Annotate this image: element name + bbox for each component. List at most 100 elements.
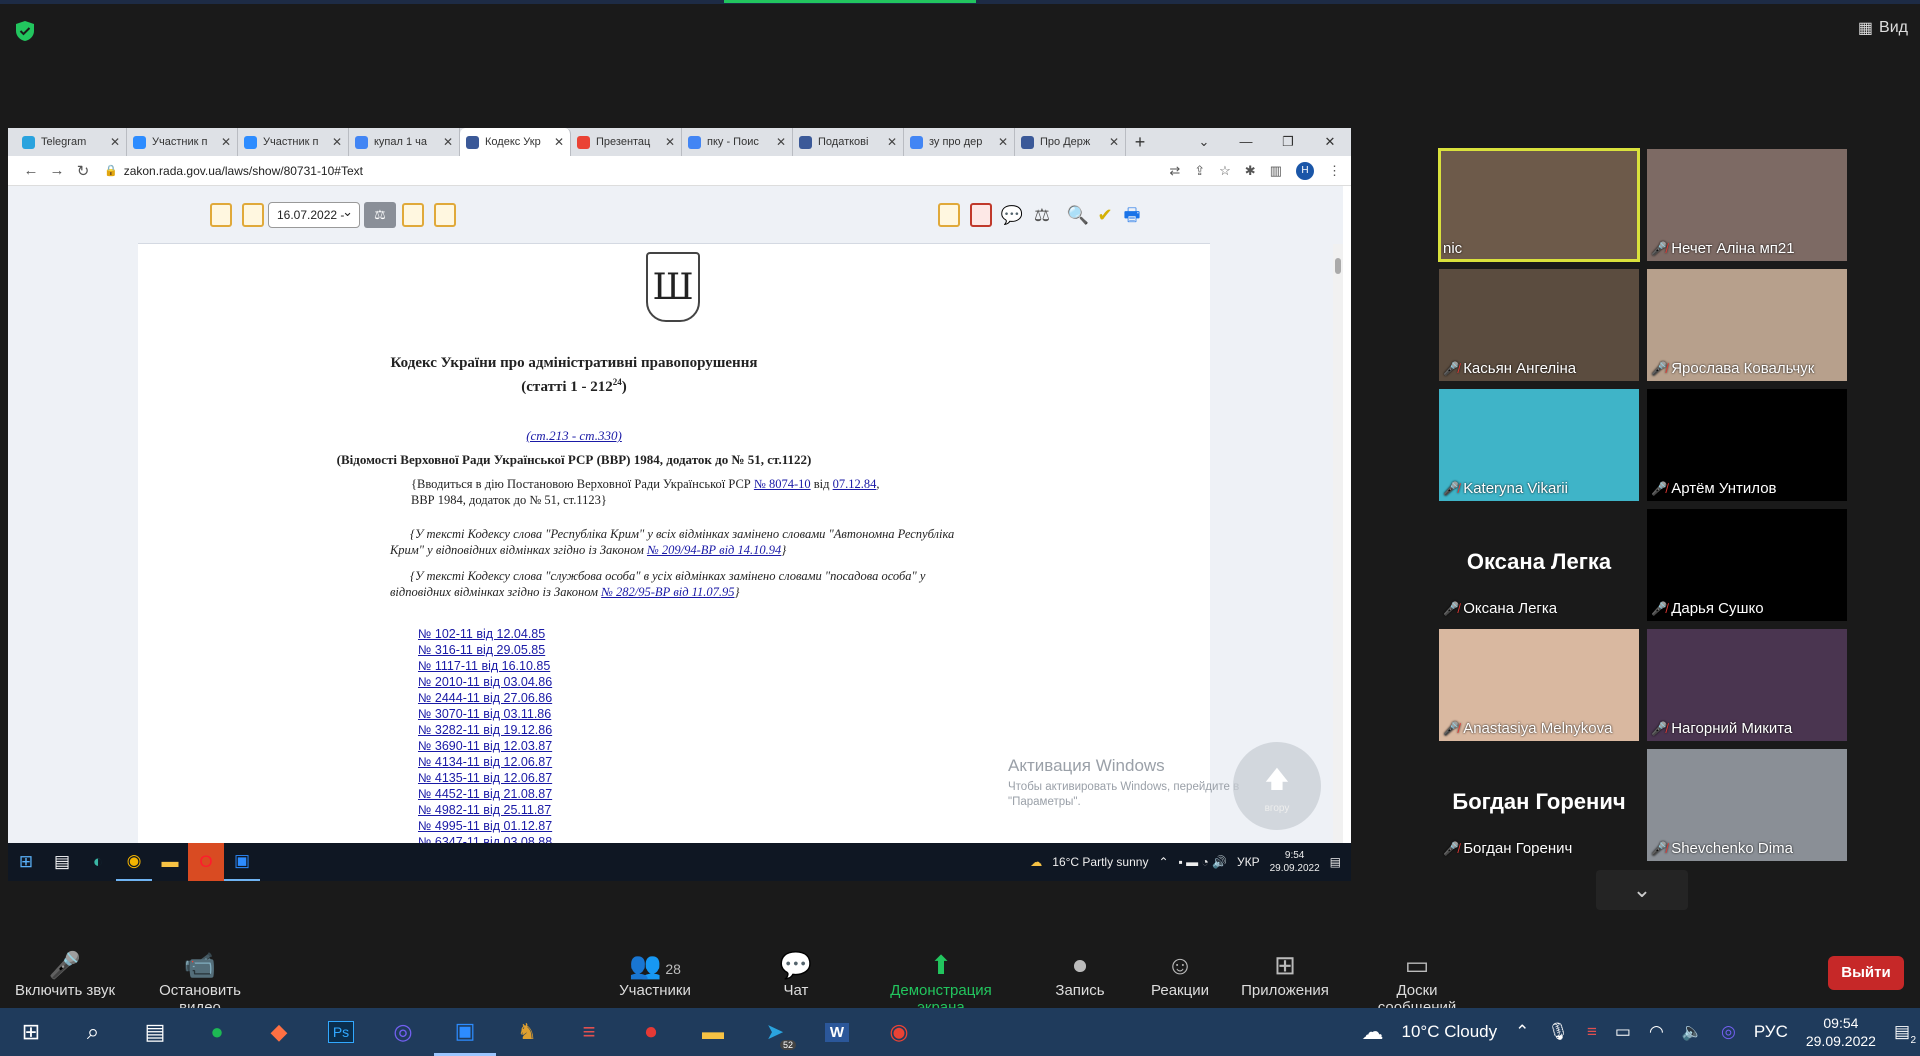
viber-icon[interactable]: ◎ [372,1008,434,1056]
participant-tile[interactable]: 🎤̸ Нечет Аліна мп21 [1647,149,1847,261]
link-icon[interactable] [434,203,456,227]
participant-tile[interactable]: 🎤̸ Дарья Сушко [1647,509,1847,621]
zoom-icon[interactable]: ▣ [434,1008,496,1056]
compare-scales-icon[interactable]: ⚖ [364,202,396,228]
page-scrollbar[interactable] [1333,244,1343,843]
video-button[interactable]: 📹Остановить видео [140,948,260,1016]
app-orange-icon[interactable]: ◆ [248,1008,310,1056]
participant-tile[interactable]: Оксана Легка 🎤̸ Оксана Легка [1439,509,1639,621]
extensions-icon[interactable]: ✱ [1245,163,1256,179]
translate-icon[interactable]: ⇄ [1169,163,1180,179]
security-shield-icon[interactable] [14,20,36,42]
browser-tab[interactable]: Участник п ✕ [127,128,238,156]
participant-tile[interactable]: nic [1438,148,1640,262]
back-icon[interactable]: ← [18,162,44,179]
text-icon[interactable] [402,203,424,227]
maximize-icon[interactable]: ❐ [1267,128,1309,156]
resolution-date-link[interactable]: 07.12.84 [833,477,877,491]
forward-icon[interactable]: → [44,162,70,179]
new-tab-button[interactable]: + [1126,128,1154,156]
tab-close-icon[interactable]: ✕ [443,135,453,149]
clock[interactable]: 09:54 29.09.2022 [1806,1014,1876,1050]
amendment-link[interactable]: № 4452-11 від 21.08.87 [418,787,552,801]
start-icon[interactable]: ⊞ [8,843,44,881]
browser-tab[interactable]: купал 1 ча ✕ [349,128,460,156]
articles-link[interactable]: (ст.213 - ст.330) [138,428,1010,444]
record-icon[interactable]: ⏺ [620,1008,682,1056]
participant-tile[interactable]: 🎤̸ Anastasiya Melnykova [1439,629,1639,741]
browser-tab[interactable]: Презентац ✕ [571,128,682,156]
amendment-link[interactable]: № 2444-11 від 27.06.86 [418,691,552,705]
resolution-link[interactable]: № 8074-10 [754,477,811,491]
word-icon[interactable]: W [806,1008,868,1056]
chat-button[interactable]: 💬 Чат [736,948,856,999]
bookmark-star-icon[interactable]: ☆ [1219,163,1231,179]
photoshop-icon[interactable]: Ps [310,1008,372,1056]
amendment-link[interactable]: № 1117-11 від 16.10.85 [418,659,550,673]
task-view-icon[interactable]: ▤ [44,843,80,881]
zoom-app-icon[interactable]: ▣ [224,843,260,881]
tab-close-icon[interactable]: ✕ [998,135,1008,149]
telegram-icon[interactable]: ➤ 52 [744,1008,806,1056]
chrome-icon[interactable]: ◉ [868,1008,930,1056]
amendment-link[interactable]: № 4982-11 від 25.11.87 [418,803,551,817]
notifications-icon[interactable]: ▤ [1330,855,1341,869]
cs-icon[interactable]: ♞ [496,1008,558,1056]
scroll-thumb[interactable] [1335,258,1341,274]
mic-tray-icon[interactable]: 🎙 [1547,1022,1569,1042]
amendment-link[interactable]: № 3070-11 від 03.11.86 [418,707,551,721]
search-icon[interactable]: 🔍 [1066,203,1090,227]
battery-icon[interactable]: ▭ [1615,1022,1631,1042]
sidepanel-icon[interactable]: ▥ [1270,163,1282,179]
tab-close-icon[interactable]: ✕ [332,135,342,149]
participant-tile[interactable]: 🎤̸ Касьян Ангеліна [1439,269,1639,381]
start-button-icon[interactable]: ⊞ [0,1008,62,1056]
participant-tile[interactable]: 🎤̸ Ярослава Ковальчук [1647,269,1847,381]
apps-button[interactable]: ⊞ Приложения [1225,948,1345,999]
tab-close-icon[interactable]: ✕ [554,135,564,149]
share-icon[interactable]: ⇪ [1194,163,1205,179]
amendment-link[interactable]: № 4995-11 від 01.12.87 [418,819,552,833]
browser-tab[interactable]: Про Держ ✕ [1015,128,1126,156]
explorer-icon[interactable]: ▬ [682,1008,744,1056]
reactions-button[interactable]: ☺ Реакции [1120,948,1240,999]
search-icon[interactable]: ⌕ [62,1008,124,1056]
url-field[interactable]: 🔒 zakon.rada.gov.ua/laws/show/80731-10#T… [104,164,1169,178]
amendment-link[interactable]: № 4135-11 від 12.06.87 [418,771,552,785]
browser-tab[interactable]: пку - Поис ✕ [682,128,793,156]
tray-chevron-icon[interactable]: ⌃ [1515,1022,1529,1042]
documents-icon[interactable] [938,203,960,227]
profile-avatar[interactable]: H [1296,161,1314,180]
weather-text[interactable]: 16°C Partly sunny [1052,855,1148,869]
tab-close-icon[interactable]: ✕ [1109,135,1119,149]
tray-chevron-icon[interactable]: ⌃ [1158,855,1168,869]
tray-icons[interactable]: ▪ ▬ ◔ 🔊 [1179,855,1227,869]
amendment-link[interactable]: № 102-11 від 12.04.85 [418,627,545,641]
leave-button[interactable]: Выйти [1828,956,1904,990]
chrome-icon[interactable]: ◉ [116,843,152,881]
participant-tile[interactable]: 🎤̸ Kateryna Vikarii [1439,389,1639,501]
edge-icon[interactable]: ◐ [80,843,116,881]
spotify-icon[interactable]: ● [186,1008,248,1056]
amendment-link[interactable]: № 316-11 від 29.05.85 [418,643,545,657]
card-icon[interactable] [210,203,232,227]
participant-tile[interactable]: Богдан Горенич 🎤̸ Богдан Горенич [1439,749,1639,861]
language-indicator[interactable]: РУС [1754,1022,1788,1042]
law-282-link[interactable]: № 282/95-ВР від 11.07.95 [601,585,734,599]
winrar-tray-icon[interactable]: ≡ [1587,1022,1597,1042]
whiteboards-button[interactable]: ▭Доски сообщений [1357,948,1477,1016]
history-icon[interactable] [242,203,264,227]
print-icon[interactable]: 🖶 [1120,203,1144,227]
wifi-icon[interactable]: ◠ [1649,1022,1664,1042]
browser-tab[interactable]: Telegram ✕ [16,128,127,156]
tab-close-icon[interactable]: ✕ [665,135,675,149]
view-button[interactable]: ▦ Вид [1858,18,1908,38]
participant-tile[interactable]: 🎤̸ Нагорний Микита [1647,629,1847,741]
scales-icon[interactable]: ⚖ [1030,203,1054,227]
shared-clock[interactable]: 9:54 29.09.2022 [1270,849,1320,875]
scroll-top-button[interactable]: 🡅 вгору [1233,742,1321,830]
tab-search-icon[interactable]: ⌄ [1183,128,1225,156]
tab-close-icon[interactable]: ✕ [110,135,120,149]
comments-icon[interactable]: 💬 [1000,203,1024,227]
participants-button[interactable]: 👥 28 Участники [595,948,715,999]
